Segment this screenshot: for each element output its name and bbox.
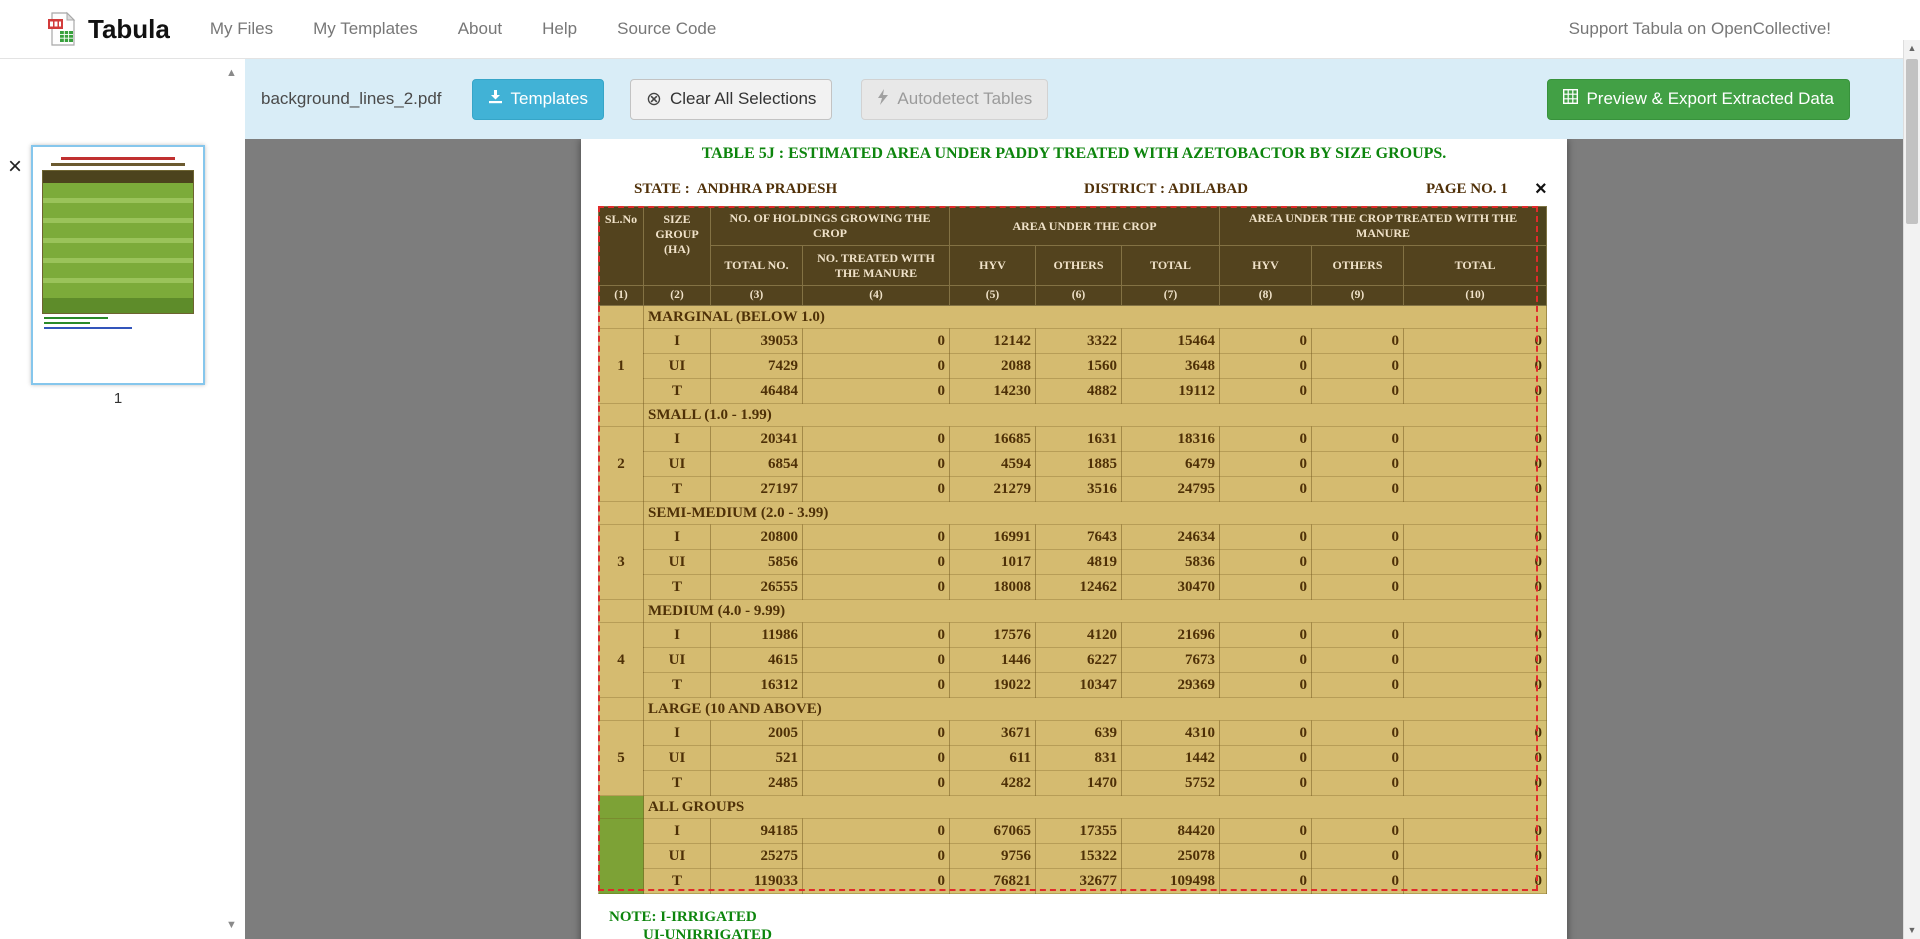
vertical-scrollbar[interactable]: ▲ ▼ xyxy=(1903,40,1920,939)
thumb-meta-line xyxy=(51,163,185,166)
pdf-viewport: TABLE 5J : ESTIMATED AREA UNDER PADDY TR… xyxy=(245,139,1903,939)
nav-about[interactable]: About xyxy=(458,19,502,39)
thumb-title-line xyxy=(61,157,175,160)
scroll-up-icon[interactable]: ▲ xyxy=(1904,40,1920,57)
templates-upload-icon xyxy=(488,89,503,109)
district-value: ADILABAD xyxy=(1168,181,1248,198)
nav-source-code[interactable]: Source Code xyxy=(617,19,716,39)
export-button-label: Preview & Export Extracted Data xyxy=(1586,89,1834,109)
state-field: STATE : ANDHRA PRADESH xyxy=(634,181,837,198)
remove-page-icon[interactable]: × xyxy=(8,155,22,179)
table-grid-icon xyxy=(1563,89,1578,109)
templates-button-label: Templates xyxy=(511,89,588,109)
delete-selection-icon[interactable]: × xyxy=(1535,179,1547,199)
document-filename: background_lines_2.pdf xyxy=(261,89,442,109)
scroll-down-icon[interactable]: ▼ xyxy=(1904,922,1920,939)
templates-button[interactable]: Templates xyxy=(472,79,604,120)
thumbnail-page-number: 1 xyxy=(31,390,205,407)
sidebar-scroll-down-icon[interactable]: ▼ xyxy=(226,919,237,931)
state-label: STATE : xyxy=(634,181,690,198)
nav-help[interactable]: Help xyxy=(542,19,577,39)
district-label: DISTRICT : xyxy=(1084,181,1165,198)
support-link[interactable]: Support Tabula on OpenCollective! xyxy=(1569,19,1831,39)
note-line-2: UI-UNIRRIGATED xyxy=(643,927,772,939)
thumb-mini-table xyxy=(42,170,194,314)
note-line-1: NOTE: I-IRRIGATED xyxy=(609,909,757,926)
lightning-icon xyxy=(877,89,889,110)
sidebar-scroll-up-icon[interactable]: ▲ xyxy=(226,67,237,79)
brand-title[interactable]: Tabula xyxy=(88,14,170,45)
nav-my-files[interactable]: My Files xyxy=(210,19,273,39)
nav-my-templates[interactable]: My Templates xyxy=(313,19,418,39)
clear-all-selections-button[interactable]: ⊗ Clear All Selections xyxy=(630,79,832,120)
pdf-page[interactable]: TABLE 5J : ESTIMATED AREA UNDER PADDY TR… xyxy=(581,139,1567,939)
page-thumbnail[interactable] xyxy=(31,145,205,385)
page-thumbnail-sidebar: × 1 ▲ ▼ xyxy=(0,59,245,939)
autodetect-tables-button[interactable]: Autodetect Tables xyxy=(861,79,1048,120)
state-value: ANDHRA PRADESH xyxy=(697,181,837,198)
document-meta-row: STATE : ANDHRA PRADESH DISTRICT : ADILAB… xyxy=(581,181,1567,201)
document-toolbar: background_lines_2.pdf Templates ⊗ Clear… xyxy=(245,59,1903,139)
page-no-label: PAGE NO. 1 xyxy=(1426,181,1508,198)
autodetect-button-label: Autodetect Tables xyxy=(897,89,1032,109)
clear-button-label: Clear All Selections xyxy=(670,89,816,109)
scrollbar-thumb[interactable] xyxy=(1906,59,1918,224)
tabula-logo-icon[interactable] xyxy=(46,11,78,47)
preview-export-button[interactable]: Preview & Export Extracted Data xyxy=(1547,79,1850,120)
district-field: DISTRICT : ADILABAD xyxy=(1084,181,1248,198)
document-table-title: TABLE 5J : ESTIMATED AREA UNDER PADDY TR… xyxy=(581,145,1567,163)
clear-circle-x-icon: ⊗ xyxy=(646,90,662,109)
top-navbar: Tabula My Files My Templates About Help … xyxy=(0,0,1920,59)
table-selection-box[interactable] xyxy=(598,206,1538,891)
